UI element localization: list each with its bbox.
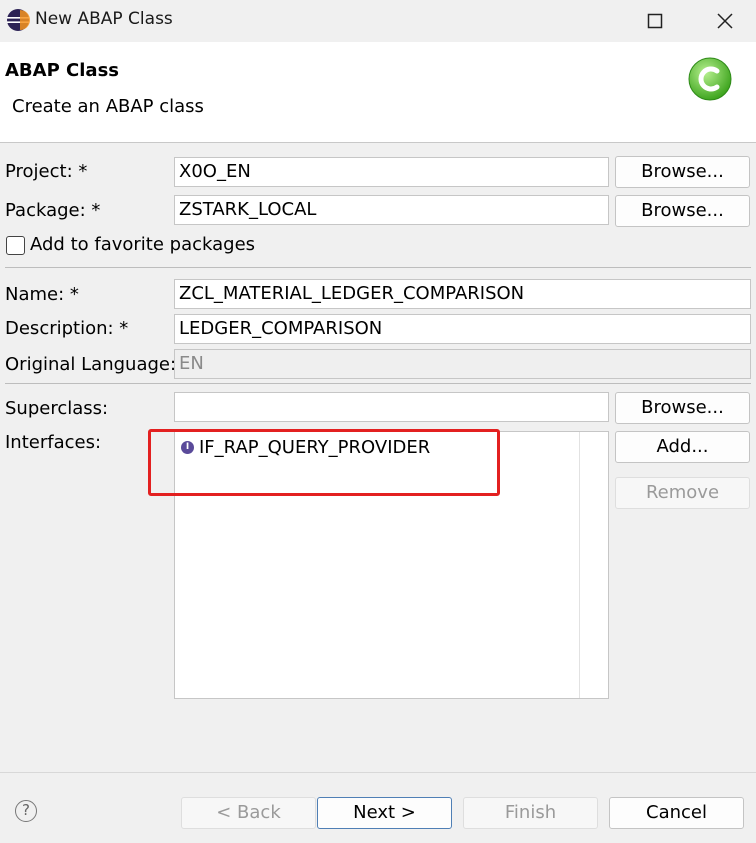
- description-field[interactable]: LEDGER_COMPARISON: [174, 314, 751, 344]
- next-button[interactable]: Next >: [317, 797, 452, 829]
- name-field[interactable]: ZCL_MATERIAL_LEDGER_COMPARISON: [174, 279, 751, 309]
- interfaces-label: Interfaces:: [5, 432, 102, 453]
- original-language-label: Original Language:: [5, 354, 177, 375]
- package-browse-button[interactable]: Browse...: [615, 195, 750, 227]
- description-label: Description: *: [5, 318, 129, 339]
- window-title: New ABAP Class: [35, 9, 173, 29]
- favorite-label: Add to favorite packages: [30, 234, 256, 255]
- abap-class-icon: [688, 57, 732, 101]
- original-language-field: EN: [174, 349, 751, 379]
- remove-interface-button[interactable]: Remove: [615, 477, 750, 509]
- superclass-field[interactable]: [174, 392, 609, 422]
- project-field[interactable]: X0O_EN: [174, 157, 609, 187]
- separator: [5, 267, 751, 268]
- maximize-icon: [647, 13, 663, 29]
- close-button[interactable]: [702, 0, 748, 42]
- superclass-label: Superclass:: [5, 398, 109, 419]
- favorite-checkbox[interactable]: [6, 236, 25, 255]
- package-field[interactable]: ZSTARK_LOCAL: [174, 195, 609, 225]
- highlight-annotation: [148, 429, 500, 496]
- title-bar: New ABAP Class: [0, 0, 756, 42]
- package-label: Package: *: [5, 200, 101, 221]
- superclass-browse-button[interactable]: Browse...: [615, 392, 750, 424]
- footer-separator: [0, 772, 756, 773]
- maximize-button[interactable]: [632, 0, 678, 42]
- project-label: Project: *: [5, 161, 88, 182]
- cancel-button[interactable]: Cancel: [609, 797, 744, 829]
- finish-button[interactable]: Finish: [463, 797, 598, 829]
- add-interface-button[interactable]: Add...: [615, 431, 750, 463]
- close-icon: [717, 13, 733, 29]
- back-button[interactable]: < Back: [181, 797, 316, 829]
- wizard-header: ABAP Class Create an ABAP class: [0, 42, 756, 143]
- separator: [5, 383, 751, 384]
- page-title: ABAP Class: [5, 60, 119, 81]
- help-icon[interactable]: ?: [15, 800, 37, 822]
- name-label: Name: *: [5, 284, 79, 305]
- project-browse-button[interactable]: Browse...: [615, 156, 750, 188]
- scrollbar[interactable]: [579, 432, 580, 698]
- eclipse-icon: [7, 9, 30, 31]
- page-subtitle: Create an ABAP class: [12, 96, 204, 117]
